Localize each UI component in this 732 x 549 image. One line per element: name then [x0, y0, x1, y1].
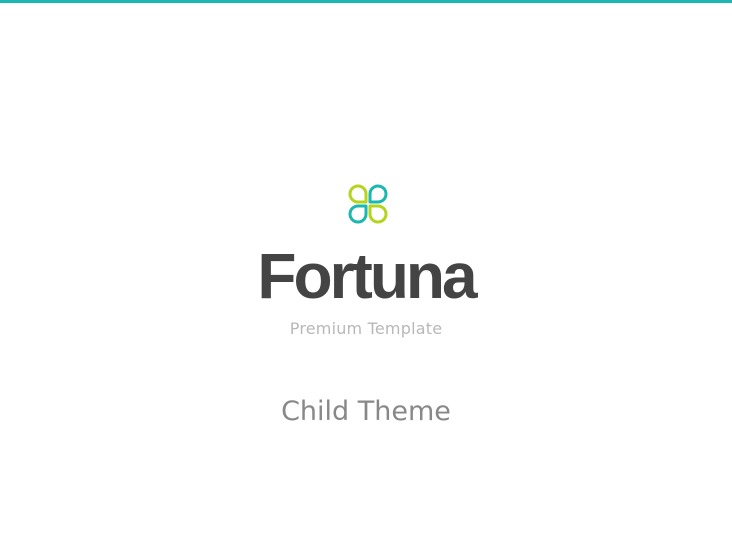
brand-tagline: Premium Template	[289, 319, 443, 338]
brand-wordmark: Fortuna	[257, 240, 477, 312]
accent-top-bar	[0, 0, 732, 3]
theme-label: Child Theme	[281, 396, 451, 427]
child-theme-card: Fortuna Premium Template Child Theme	[0, 0, 732, 549]
four-leaf-clover-icon	[348, 184, 388, 224]
